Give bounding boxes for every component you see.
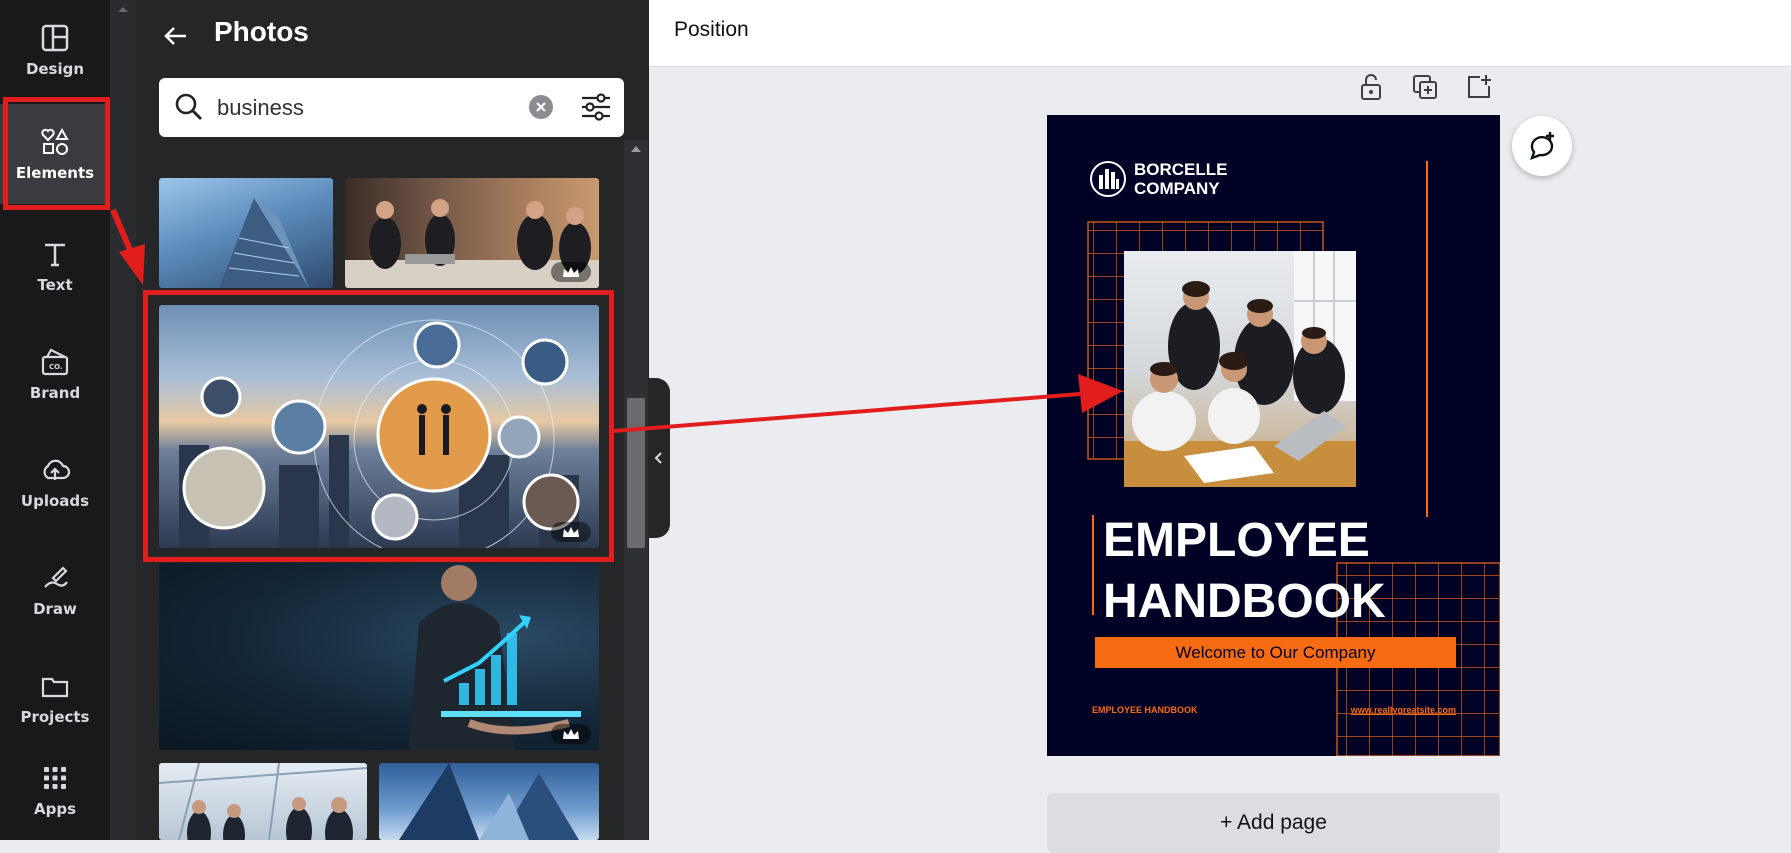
lock-icon[interactable] (1356, 72, 1386, 102)
company-name-line2: COMPANY (1134, 179, 1220, 198)
nav-uploads[interactable]: Uploads (0, 432, 110, 532)
svg-text:CO.: CO. (49, 363, 63, 371)
premium-crown-icon (551, 724, 591, 744)
scroll-up-arrow-icon (118, 7, 128, 12)
design-page[interactable]: BORCELLE COMPANY EMPLOYEE HANDBOOK Welco… (1047, 115, 1500, 756)
nav-design[interactable]: Design (0, 0, 110, 100)
handbook-heading: EMPLOYEE HANDBOOK (1103, 510, 1386, 632)
add-comment-button[interactable] (1512, 116, 1572, 176)
photo-meeting-table[interactable] (345, 178, 599, 288)
clear-search-icon[interactable] (529, 95, 553, 119)
premium-crown-icon (551, 262, 591, 282)
nav-apps[interactable]: Apps (0, 740, 110, 840)
photo-office-towers[interactable] (379, 763, 599, 840)
grid-icon (44, 767, 66, 789)
nav-uploads-label: Uploads (20, 492, 90, 510)
footer-website: www.reallygreatsite.com (1350, 705, 1456, 715)
collapse-panel-button[interactable] (648, 378, 670, 538)
nav-projects[interactable]: Projects (0, 648, 110, 748)
company-logo-icon (1090, 161, 1126, 197)
nav-design-label: Design (25, 60, 85, 78)
layout-icon (41, 24, 69, 52)
heading-line1: EMPLOYEE (1103, 514, 1370, 567)
nav-text-label: Text (37, 276, 73, 294)
cloud-upload-icon (43, 459, 71, 480)
brand-kit-icon: CO. (41, 348, 69, 376)
add-page-label: + Add page (1220, 811, 1327, 834)
search-icon (175, 93, 202, 120)
pen-icon (44, 566, 68, 588)
nav-apps-label: Apps (33, 800, 76, 818)
elements-highlight-box (3, 97, 110, 210)
selected-photo-highlight (143, 290, 614, 562)
photo-skyscraper[interactable] (159, 178, 333, 288)
back-arrow-icon[interactable] (160, 20, 192, 52)
nav-text[interactable]: Text (0, 216, 110, 316)
filter-icon[interactable] (579, 90, 613, 124)
nav-draw[interactable]: Draw (0, 540, 110, 640)
chevron-left-icon (654, 452, 662, 464)
add-page-button[interactable]: + Add page (1047, 793, 1500, 853)
rail-scrollbar[interactable] (110, 0, 136, 840)
comment-plus-icon (1530, 132, 1554, 161)
panel-scrollbar-thumb[interactable] (627, 398, 645, 548)
company-name-line1: BORCELLE (1134, 160, 1228, 179)
footer-left-text: EMPLOYEE HANDBOOK (1092, 705, 1198, 715)
add-page-icon[interactable] (1464, 72, 1494, 102)
welcome-banner: Welcome to Our Company (1095, 637, 1456, 668)
duplicate-page-icon[interactable] (1410, 72, 1440, 102)
nav-brand-label: Brand (29, 384, 81, 402)
arrow-to-page-line (613, 392, 1081, 433)
top-bar: Position (649, 0, 1791, 67)
placed-team-photo[interactable] (1124, 251, 1356, 487)
panel-title: Photos (214, 16, 309, 47)
nav-brand[interactable]: CO. Brand (0, 324, 110, 424)
heading-line2: HANDBOOK (1103, 575, 1386, 628)
search-input[interactable] (217, 78, 517, 137)
search-box[interactable] (159, 78, 624, 137)
position-button[interactable]: Position (674, 18, 749, 42)
company-name: BORCELLE COMPANY (1134, 160, 1228, 198)
text-icon (45, 243, 65, 267)
nav-projects-label: Projects (20, 708, 90, 726)
folder-icon (41, 677, 69, 698)
nav-draw-label: Draw (33, 600, 77, 618)
scroll-up-arrow-icon (631, 146, 641, 152)
photo-team-handshake[interactable] (159, 763, 367, 840)
photo-businessman-chart[interactable] (159, 563, 599, 750)
